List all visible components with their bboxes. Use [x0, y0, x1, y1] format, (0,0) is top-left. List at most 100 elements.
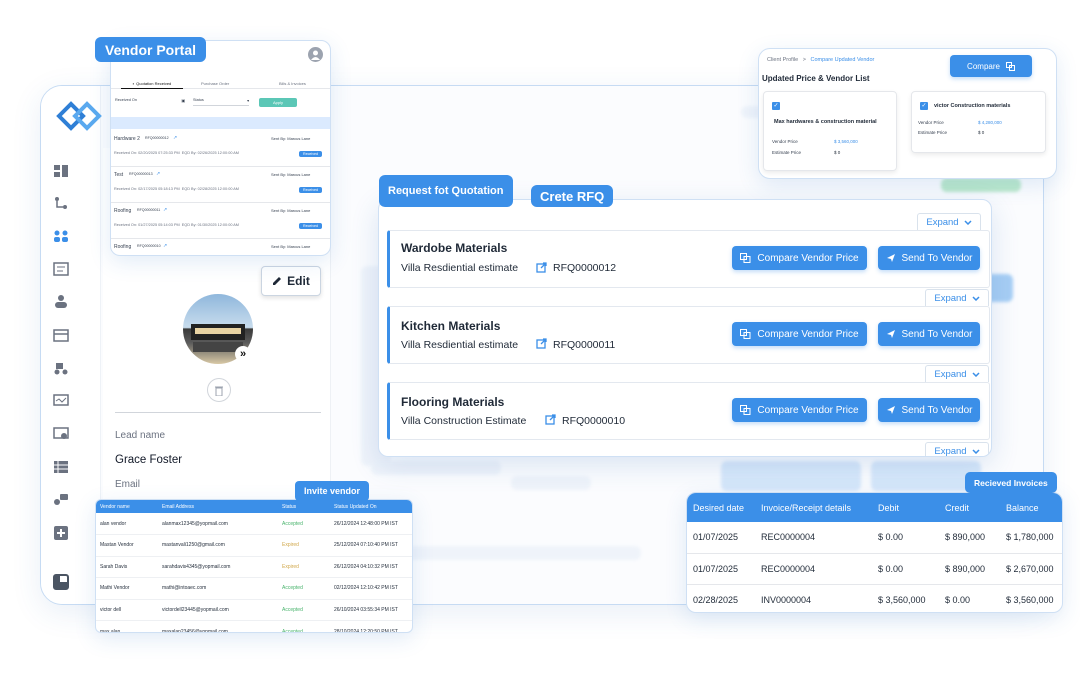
compare-icon [740, 329, 751, 339]
status-badge: Received [299, 187, 322, 193]
breadcrumb: Client Profile > Compare Updated Vendor [767, 57, 875, 63]
user-icon[interactable] [53, 294, 71, 308]
table-row[interactable]: 02/28/2025 INV0000004 $ 3,560,000 $ 0.00 $ 3… [687, 584, 1062, 612]
table-row[interactable]: victor dell victordell23445@yopmail.com Ac… [96, 599, 412, 621]
settings-screen-icon[interactable] [53, 427, 71, 441]
table-header-row: Vendor name Email Address Status Status … [96, 500, 412, 513]
expand-avatar-icon[interactable]: » [235, 346, 251, 362]
lead-name-value: Grace Foster [115, 454, 183, 466]
quotation-row[interactable]: Roofing RFQ00000010 ↗ Sent By: Marcus La… [111, 241, 330, 255]
monitor-icon[interactable] [53, 394, 71, 408]
external-link-icon[interactable] [536, 338, 547, 349]
status-filter[interactable]: Status ▾ [193, 98, 249, 106]
reports-icon[interactable] [53, 262, 71, 276]
compare-vendor-price-button[interactable]: Compare Vendor Price [732, 398, 867, 422]
pencil-icon [272, 276, 282, 286]
vendor-checkbox[interactable]: ✓ [772, 102, 780, 110]
quotation-row[interactable]: Test RFQ00000013 ↗ Sent By: Marcus Lane … [111, 169, 330, 203]
table-row[interactable]: 01/07/2025 REC0000004 $ 0.00 $ 890,000 $ 1,7… [687, 522, 1062, 553]
vendor-checkbox[interactable]: ✓ [920, 102, 928, 110]
compare-icon [740, 405, 751, 415]
link-icon[interactable]: ↗ [163, 243, 167, 249]
background-block [371, 461, 501, 475]
table-icon[interactable] [53, 460, 71, 474]
send-icon [886, 253, 896, 263]
rfq-number: RFQ0000012 [553, 262, 617, 274]
chevron-down-icon [972, 448, 980, 454]
workflow-icon[interactable] [53, 196, 71, 210]
background-block [721, 461, 861, 491]
send-icon [886, 405, 896, 415]
expand-toggle[interactable]: Expand [925, 289, 989, 306]
compare-card-title: Updated Price & Vendor List [762, 74, 870, 83]
edit-button[interactable]: Edit [261, 266, 321, 296]
lead-name-label: Lead name [115, 430, 166, 441]
send-to-vendor-button[interactable]: Send To Vendor [878, 246, 980, 270]
vendor-price-value: $ 4,280,000 [978, 120, 1002, 125]
table-header-row: Desired date Invoice/Receipt details Deb… [687, 493, 1062, 522]
expand-toggle[interactable]: Expand [917, 213, 981, 230]
invoices-table: Desired date Invoice/Receipt details Deb… [687, 493, 1062, 612]
table-row[interactable]: Mastan Vendor mastanvali1250@gmail.com Exp… [96, 535, 412, 556]
send-to-vendor-button[interactable]: Send To Vendor [878, 398, 980, 422]
vendor-name: Max hardwares & construction material [774, 119, 877, 125]
app-logo [55, 94, 107, 138]
rfq-number: RFQ0000010 [562, 415, 626, 427]
rfq-item-estimate: Villa Resdiential estimate [401, 262, 519, 274]
quotation-row[interactable]: Roofing RFQ00000011 ↗ Sent By: Marcus La… [111, 205, 330, 239]
link-icon[interactable]: ↗ [173, 135, 177, 141]
expand-toggle[interactable]: Expand [925, 442, 989, 456]
delete-icon[interactable] [207, 378, 231, 402]
compare-vendor-price-button[interactable]: Compare Vendor Price [732, 246, 867, 270]
sidebar [41, 86, 102, 604]
portal-tabs: ▪ Quotation Received Purchase Order Bills… [111, 77, 330, 89]
profile-icon[interactable] [308, 47, 323, 62]
rfq-number: RFQ0000011 [553, 339, 616, 351]
rfq-item-title: Kitchen Materials [401, 319, 501, 333]
email-label: Email [115, 479, 141, 490]
chevron-down-icon [972, 295, 980, 301]
compare-vendor-card: Client Profile > Compare Updated Vendor … [758, 48, 1057, 179]
leads-icon[interactable] [53, 229, 71, 243]
create-rfq-label: Crete RFQ [531, 185, 614, 207]
external-link-icon[interactable] [536, 262, 547, 273]
compare-vendor-price-button[interactable]: Compare Vendor Price [732, 322, 867, 346]
table-row[interactable]: 01/07/2025 REC0000004 $ 0.00 $ 890,000 $ 2,6… [687, 553, 1062, 584]
background-block [511, 476, 591, 490]
link-icon[interactable]: ↗ [163, 207, 167, 213]
expand-toggle[interactable]: Expand [925, 365, 989, 382]
link-icon[interactable]: ↗ [156, 171, 160, 177]
add-icon[interactable] [53, 526, 71, 540]
layout-icon[interactable] [53, 574, 71, 590]
dashboard-icon[interactable] [53, 164, 71, 178]
invite-vendor-card: Vendor name Email Address Status Status … [95, 499, 413, 633]
quotation-row[interactable]: Hardware 2 RFQ00000012 ↗ Sent By: Marcus… [111, 133, 330, 167]
send-to-vendor-button[interactable]: Send To Vendor [878, 322, 980, 346]
table-row[interactable]: max alan maxalan23456@yopmail.com Accepted… [96, 621, 412, 633]
table-row[interactable]: alan vendor alanmax12345@yopmail.com Accep… [96, 513, 412, 535]
received-invoices-label: Recieved Invoices [965, 472, 1057, 493]
calendar-icon: ▣ [181, 99, 185, 103]
request-for-quotation-label: Request fot Quotation [379, 175, 513, 207]
rfq-item-row: Flooring Materials Villa Construction Es… [387, 382, 990, 440]
background-block [941, 178, 1021, 192]
status-badge: Received [299, 223, 322, 229]
apply-button[interactable]: Apply [259, 98, 297, 107]
table-row[interactable]: Mathi Vendor mathi@intoaec.com Accepted 02/… [96, 578, 412, 599]
table-row[interactable]: Sarah Davis sarahdavis4345@yopmail.com Exp… [96, 556, 412, 578]
rfq-panel: Expand Wardobe Materials Villa Resdienti… [378, 199, 992, 457]
document-icon: ▪ [132, 81, 135, 86]
external-link-icon[interactable] [545, 414, 556, 425]
tab-purchase-order[interactable]: Purchase Order [201, 81, 229, 86]
tab-quotation-received[interactable]: ▪ Quotation Received [121, 79, 183, 89]
calendar-icon[interactable] [53, 328, 71, 342]
vendor-price-value: $ 3,560,000 [834, 139, 858, 144]
invite-vendor-table: Vendor name Email Address Status Status … [96, 500, 412, 633]
team-chat-icon[interactable] [53, 493, 71, 507]
rfq-item-row: Wardobe Materials Villa Resdiential esti… [387, 230, 990, 288]
tab-bills-invoices[interactable]: Bills & Invoices [279, 81, 306, 86]
received-on-filter[interactable]: Received On ▣ [115, 98, 185, 106]
compare-button[interactable]: Compare [950, 55, 1032, 77]
delivery-icon[interactable] [53, 361, 71, 375]
chevron-down-icon [972, 371, 980, 377]
